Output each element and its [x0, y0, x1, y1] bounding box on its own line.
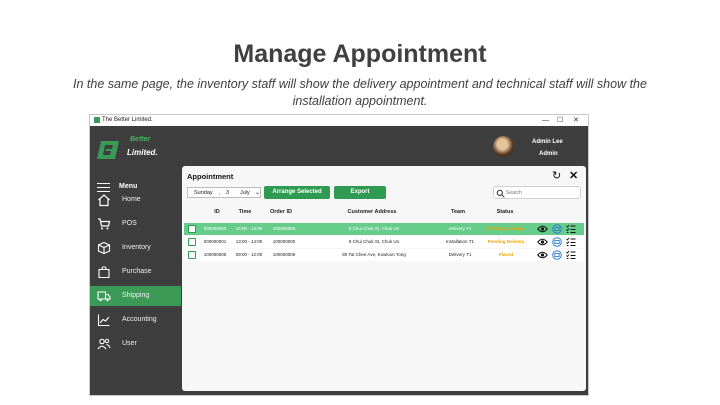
cell-order-id: 100000000	[272, 239, 296, 244]
close-icon[interactable]: ✕	[569, 169, 578, 182]
sidebar-item-accounting[interactable]: Accounting	[90, 310, 181, 330]
bag-icon	[98, 266, 110, 279]
arrange-selected-button[interactable]: Arrange Selected	[264, 186, 330, 199]
cell-id: 000000000	[203, 226, 227, 231]
column-header-time: Time	[238, 209, 252, 215]
table-row[interactable]: 100000005 09:00 - 12:00 100000006 80 Tat…	[184, 249, 584, 261]
cell-team: Delivery T1	[448, 226, 472, 231]
sidebar-item-label: Home	[122, 196, 141, 203]
sidebar-item-label: User	[122, 340, 137, 347]
sidebar-item-user[interactable]: User	[90, 334, 181, 354]
search-input[interactable]	[506, 188, 576, 197]
logo-icon	[97, 141, 119, 159]
sidebar-item-purchase[interactable]: Purchase	[90, 262, 181, 282]
date-weekday: Sunday	[194, 190, 213, 196]
box-icon	[97, 241, 111, 255]
date-day: 3	[226, 190, 230, 196]
window-title: The Better Limited.	[102, 117, 153, 123]
truck-icon	[97, 291, 111, 302]
cell-address: 80 Tat Chee Ave, Kowloon Tong	[342, 252, 406, 257]
search-box	[493, 186, 581, 199]
maximize-button[interactable]: ☐	[557, 115, 563, 126]
status-badge: Pending Delivery	[487, 226, 525, 231]
export-button[interactable]: Export	[334, 186, 386, 199]
sidebar-item-home[interactable]: Home	[90, 190, 181, 210]
column-header-order-id: Order ID	[269, 209, 292, 215]
chart-line-icon	[97, 314, 110, 327]
sidebar-item-inventory[interactable]: Inventory	[90, 238, 181, 258]
sidebar-item-shipping[interactable]: Shipping	[90, 286, 181, 306]
date-month: July	[240, 190, 250, 196]
search-icon	[496, 189, 505, 198]
chevron-down-icon: ⌄	[255, 190, 261, 196]
window-titlebar: The Better Limited. — ☐ ✕	[90, 115, 588, 126]
minimize-button[interactable]: —	[542, 115, 549, 126]
checklist-icon[interactable]	[566, 250, 576, 260]
menu-label: Menu	[119, 183, 138, 190]
cell-time: 13:00 - 14:00	[235, 239, 263, 244]
user-name: Admin Lee	[532, 139, 563, 145]
sidebar-item-label: Shipping	[122, 292, 150, 299]
status-badge: Pending Delivery	[487, 239, 525, 244]
date-picker[interactable]: Sunday , 3 July ⌄	[187, 187, 261, 198]
row-checkbox[interactable]	[188, 237, 196, 246]
eye-icon[interactable]	[537, 224, 548, 234]
app-icon	[94, 117, 100, 123]
row-checkbox[interactable]	[188, 250, 196, 259]
avatar[interactable]	[493, 136, 514, 157]
column-header-team: Team	[451, 209, 465, 215]
print-icon[interactable]	[552, 224, 562, 234]
cart-icon	[98, 218, 111, 230]
column-header-status: Status	[496, 209, 514, 215]
brand-line-2: Limited.	[127, 148, 158, 157]
sidebar-item-label: POS	[122, 220, 137, 227]
slide-title: Manage Appointment	[233, 40, 487, 68]
sidebar-item-pos[interactable]: POS	[90, 214, 181, 234]
user-role: Admin	[539, 151, 558, 157]
sidebar-item-label: Accounting	[122, 316, 157, 323]
app-window: The Better Limited. — ☐ ✕ Better Limited…	[89, 114, 589, 396]
cell-address: 8 Chui Chuk St, Chuk Un	[348, 226, 400, 231]
checklist-icon[interactable]	[566, 237, 576, 247]
column-header-address: Customer Address	[347, 209, 397, 215]
checklist-icon[interactable]	[566, 224, 576, 234]
slide-subtitle: In the same page, the inventory staff wi…	[73, 77, 647, 108]
cell-team: Installation T1	[446, 239, 474, 244]
cell-order-id: 100000006	[272, 252, 296, 257]
brand-line-1: Better	[130, 136, 151, 143]
column-header-id: ID	[214, 209, 220, 215]
table-row[interactable]: 000000001 13:00 - 14:00 100000000 8 Chui…	[184, 236, 584, 248]
row-checkbox[interactable]	[188, 224, 196, 233]
status-badge: Placed	[498, 252, 514, 257]
page-title: Appointment	[187, 172, 234, 181]
users-icon	[97, 338, 111, 350]
cell-id: 100000005	[203, 252, 227, 257]
sidebar-item-label: Inventory	[122, 244, 151, 251]
table-row[interactable]: 000000000 13:00 - 14:00 100000000 8 Chui…	[184, 223, 584, 235]
cell-team: Delivery T1	[448, 252, 472, 257]
close-window-button[interactable]: ✕	[573, 115, 579, 126]
print-icon[interactable]	[552, 250, 562, 260]
date-separator: ,	[219, 190, 221, 196]
cell-order-id: 100000000	[272, 226, 296, 231]
main-panel: Appointment ↻ ✕ Sunday , 3 July ⌄ Arrang…	[182, 166, 586, 391]
cell-time: 09:00 - 12:00	[235, 252, 263, 257]
cell-id: 000000001	[203, 239, 227, 244]
cell-time: 13:00 - 14:00	[235, 226, 263, 231]
refresh-icon[interactable]: ↻	[552, 169, 561, 182]
sidebar-item-label: Purchase	[122, 268, 152, 275]
eye-icon[interactable]	[537, 250, 548, 260]
print-icon[interactable]	[552, 237, 562, 247]
home-icon	[98, 194, 110, 207]
cell-address: 8 Chui Chuk St, Chuk Un	[348, 239, 400, 244]
sidebar: Menu Home POS Inventory Purchase Shippin…	[90, 176, 181, 395]
eye-icon[interactable]	[537, 237, 548, 247]
